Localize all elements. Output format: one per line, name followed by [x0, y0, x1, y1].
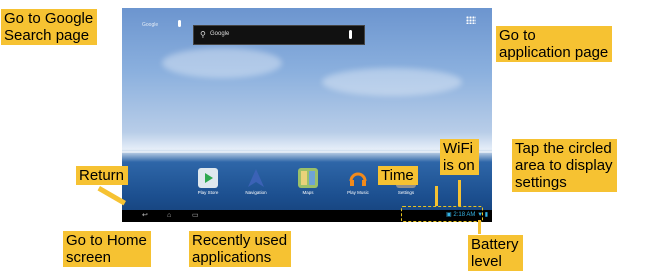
dock-item-play-store[interactable]: Play Store: [186, 168, 230, 195]
cloud: [162, 48, 282, 78]
dock-item-play-music[interactable]: Play Music: [336, 168, 380, 195]
play-store-icon: [198, 168, 218, 188]
callout-settings: Tap the circled area to display settings: [512, 139, 617, 192]
callout-home-screen: Go to Home screen: [63, 231, 151, 267]
callout-battery: Battery level: [468, 235, 523, 271]
highlighted-status-area: [401, 206, 483, 222]
callout-text: Go to application page: [499, 27, 609, 61]
callout-text: Tap the circled area to display settings: [515, 140, 613, 191]
leader-line: [478, 220, 481, 234]
dock-item-maps[interactable]: Maps: [286, 168, 330, 195]
callout-text: Return: [79, 167, 125, 184]
apps-grid-icon[interactable]: [466, 16, 476, 24]
callout-return: Return: [76, 166, 129, 185]
google-search-bar[interactable]: ⚲ Google: [193, 25, 365, 45]
leader-line: [458, 180, 461, 206]
callout-text: Go to Home screen: [66, 232, 147, 266]
microphone-icon[interactable]: [349, 30, 352, 39]
callout-application-page: Go to application page: [496, 26, 613, 62]
dock-label: Maps: [302, 190, 314, 195]
callout-recent-apps: Recently used applications: [189, 231, 292, 267]
search-bar-text: Google: [210, 31, 230, 37]
back-icon[interactable]: ↩: [142, 212, 148, 220]
callout-text: Battery level: [471, 236, 519, 270]
callout-text: Go to Google Search page: [4, 10, 94, 44]
cloud: [322, 68, 462, 96]
callout-text: Time: [381, 167, 414, 184]
dock-label: Play Store: [197, 190, 219, 195]
dock-label: Settings: [397, 190, 415, 195]
callout-text: WiFi is on: [443, 140, 475, 174]
leader-line: [435, 186, 438, 206]
maps-icon: [298, 168, 318, 188]
home-icon[interactable]: ⌂: [167, 212, 171, 220]
recent-apps-icon[interactable]: ▭: [192, 212, 199, 220]
callout-wifi: WiFi is on: [440, 139, 479, 175]
navigation-icon: [246, 168, 266, 188]
battery-icon: ▮: [484, 212, 488, 218]
google-label[interactable]: Google: [142, 22, 158, 28]
callout-time: Time: [378, 166, 418, 185]
search-icon: ⚲: [200, 30, 206, 39]
dock-label: Play Music: [347, 190, 369, 195]
callout-google-search: Go to Google Search page: [1, 9, 98, 45]
dock-label: Navigation: [245, 190, 267, 195]
headphones-icon: [348, 168, 368, 188]
dock-item-navigation[interactable]: Navigation: [234, 168, 278, 195]
microphone-icon[interactable]: [178, 20, 181, 27]
callout-text: Recently used applications: [192, 232, 288, 266]
horizon-line: [122, 151, 492, 153]
